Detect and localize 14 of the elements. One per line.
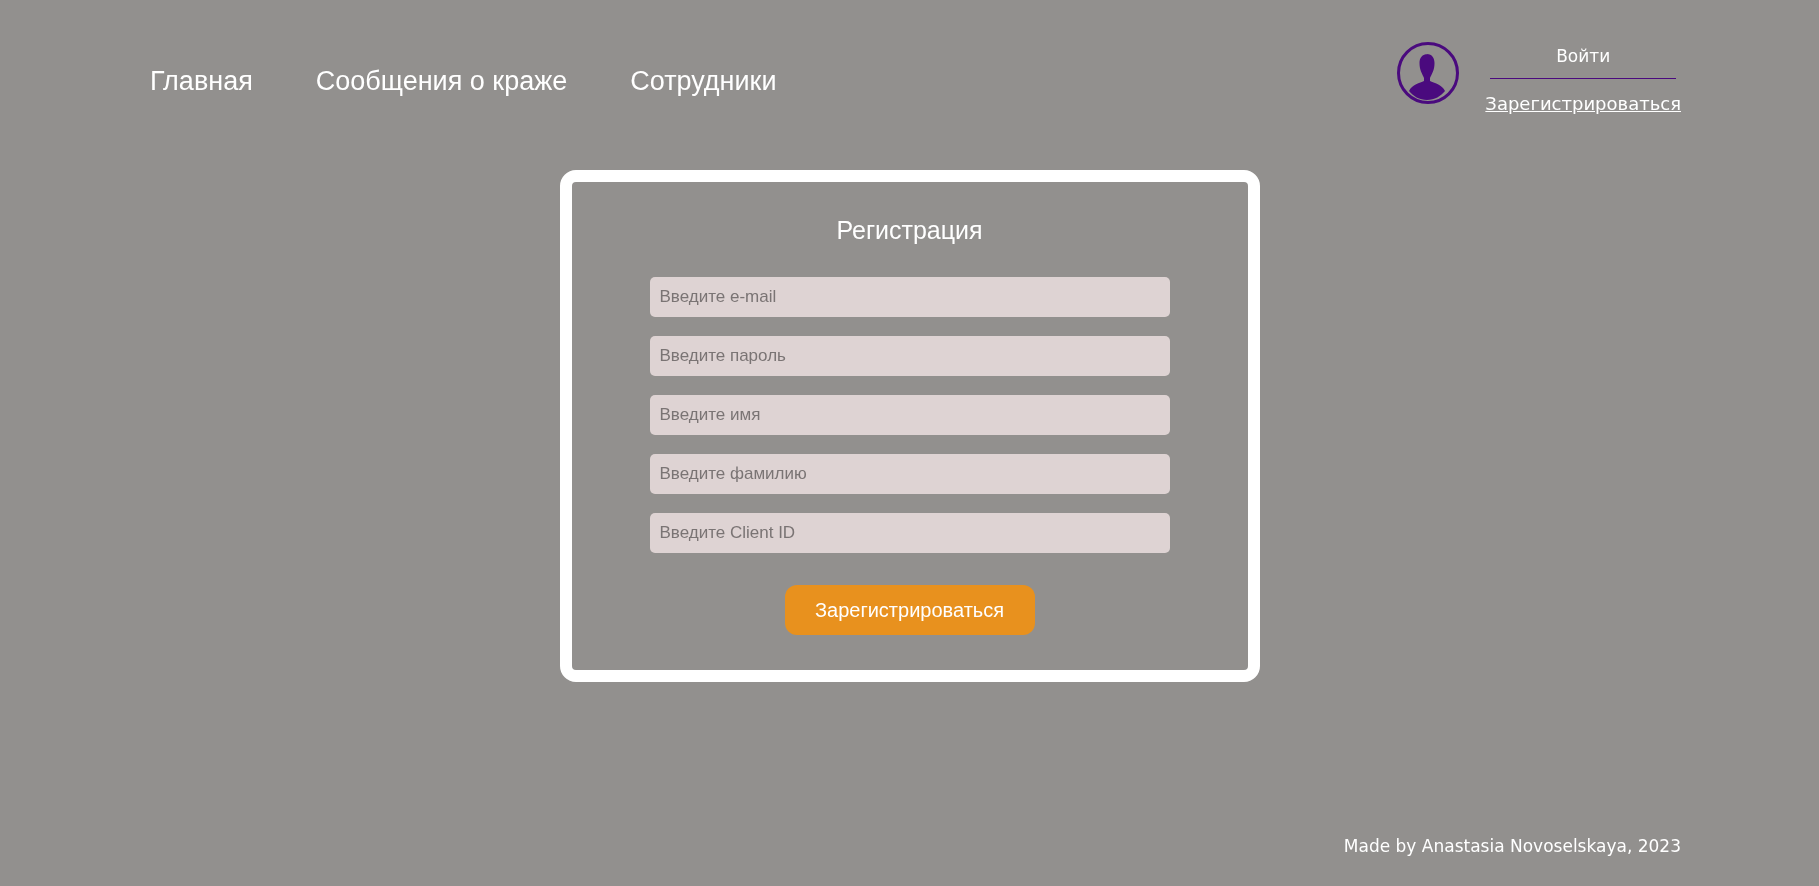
user-avatar-icon [1397,42,1460,104]
footer-credit: Made by Anastasia Novoselskaya, 2023 [1343,836,1681,856]
login-link[interactable]: Войти [1490,46,1677,79]
input-field[interactable]: Введите имя [649,395,1170,435]
nav-link[interactable]: Сотрудники [630,66,777,97]
register-button[interactable]: Зарегистрироваться [784,585,1035,635]
register-link[interactable]: Зарегистрироваться [1485,93,1681,114]
input-field[interactable]: Введите Client ID [649,513,1170,553]
nav-link[interactable]: Главная [150,66,253,97]
input-field[interactable]: Введите фамилию [649,454,1170,494]
input-field[interactable]: Введите e-mail [649,277,1170,317]
form-title: Регистрация [836,216,983,245]
nav-link[interactable]: Сообщения о краже [315,66,568,97]
input-field[interactable]: Введите пароль [649,336,1170,376]
